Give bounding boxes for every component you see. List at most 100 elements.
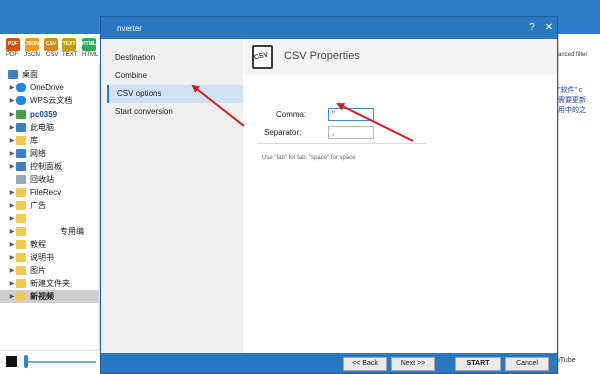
tree-item-label: FileRecv — [30, 188, 62, 197]
nav-item-destination[interactable]: Destination — [107, 49, 243, 67]
csv-converter-dialog: nverter ? ✕ Destination Combine CSV opti… — [100, 16, 558, 374]
next-button[interactable]: Next >> — [391, 357, 435, 371]
tree-item-label: 网络 — [30, 149, 46, 158]
chevron-right-icon[interactable]: ▶ — [8, 97, 16, 104]
chevron-right-icon[interactable]: ▶ — [8, 228, 16, 235]
separator-input[interactable] — [328, 126, 374, 139]
tree-item-tutorials[interactable]: ▶ 教程 — [0, 238, 99, 251]
folder-icon — [16, 279, 26, 288]
comma-label: Comma: — [276, 110, 307, 119]
right-panel — [558, 34, 600, 374]
tree-item-label: 新建文件夹 — [30, 279, 70, 288]
pdf-format-icon[interactable]: PDF — [6, 38, 20, 51]
tree-item-network[interactable]: ▶ 网络 — [0, 147, 99, 160]
chevron-right-icon[interactable]: ▶ — [8, 241, 16, 248]
tree-item-onedrive[interactable]: ▶ OneDrive — [0, 81, 99, 94]
chevron-right-icon[interactable]: ▶ — [8, 293, 16, 300]
json-format-icon[interactable]: JSON — [25, 38, 39, 51]
tree-item-user[interactable]: ▶ pc0359 — [0, 108, 99, 121]
chevron-right-icon[interactable]: ▶ — [8, 189, 16, 196]
chevron-right-icon[interactable]: ▶ — [8, 202, 16, 209]
zoom-slider-track[interactable] — [26, 361, 96, 363]
tree-item-label: 回收站 — [30, 175, 54, 184]
folder-icon — [16, 240, 26, 249]
tree-item-label: pc0359 — [30, 110, 58, 119]
dialog-titlebar: nverter ? ✕ — [101, 17, 557, 39]
divider — [257, 143, 427, 144]
control-panel-icon — [16, 162, 26, 171]
tree-item-label: 教程 — [30, 240, 46, 249]
cloud-icon — [16, 96, 26, 105]
tree-item-recycle-bin[interactable]: 回收站 — [0, 173, 99, 186]
tree-item-label: 图片 — [30, 266, 46, 275]
tree-item-special-edit[interactable]: ▶ 专用编 — [0, 225, 99, 238]
dialog-title: nverter — [117, 24, 142, 33]
tree-item-label: 新视频 — [30, 292, 54, 301]
chevron-right-icon[interactable]: ▶ — [8, 137, 16, 144]
chevron-right-icon[interactable]: ▶ — [8, 163, 16, 170]
chevron-right-icon[interactable]: ▶ — [8, 111, 16, 118]
cloud-icon — [16, 83, 26, 92]
start-button[interactable]: START — [455, 357, 501, 371]
folder-icon — [16, 292, 26, 301]
right-panel-text: "软件" c 需要更新 用中的之 — [558, 86, 586, 116]
right-text-line: "软件" c — [558, 87, 583, 94]
youtube-link[interactable]: uTube — [556, 357, 576, 364]
tree-item-label: OneDrive — [30, 83, 64, 92]
json-format-label: JSON — [24, 52, 41, 58]
tree-item-filerecv[interactable]: ▶ FileRecv — [0, 186, 99, 199]
tree-item-label: 桌面 — [22, 70, 38, 79]
folder-icon — [16, 253, 26, 262]
color-swatch[interactable] — [6, 356, 17, 367]
html-format-icon[interactable]: HTML — [82, 38, 96, 51]
tree-item-new-folder[interactable]: ▶ 新建文件夹 — [0, 277, 99, 290]
back-button[interactable]: << Back — [343, 357, 387, 371]
chevron-right-icon[interactable]: ▶ — [8, 280, 16, 287]
right-text-line: 用中的之 — [558, 107, 586, 114]
tree-item-label: 说明书 — [30, 253, 54, 262]
chevron-right-icon[interactable]: ▶ — [8, 254, 16, 261]
folder-icon — [16, 188, 26, 197]
cancel-button[interactable]: Cancel — [505, 357, 549, 371]
chevron-right-icon[interactable]: ▶ — [8, 215, 16, 222]
tree-item-label: 专用编 — [60, 227, 84, 236]
chevron-right-icon[interactable]: ▶ — [8, 124, 16, 131]
zoom-slider-thumb[interactable] — [24, 355, 28, 368]
tree-item-this-pc[interactable]: ▶ 此电脑 — [0, 121, 99, 134]
close-button[interactable]: ✕ — [542, 21, 556, 35]
tree-item-ads[interactable]: ▶ 广告 — [0, 199, 99, 212]
tree-item-manuals[interactable]: ▶ 说明书 — [0, 251, 99, 264]
chevron-right-icon[interactable]: ▶ — [8, 267, 16, 274]
right-text-line: 需要更新 — [558, 97, 586, 104]
separator-label: Separator: — [264, 128, 302, 137]
panel-title: CSV Properties — [284, 50, 360, 62]
comma-input[interactable] — [328, 108, 374, 121]
user-icon — [16, 110, 26, 119]
tree-item-new-video[interactable]: ▶ 新视频 — [0, 290, 99, 303]
network-icon — [16, 149, 26, 158]
panel-header: CSV CSV Properties — [244, 39, 557, 75]
nav-item-combine[interactable]: Combine — [107, 67, 243, 85]
tree-item-control-panel[interactable]: ▶ 控制面板 — [0, 160, 99, 173]
csv-format-label: CSV — [46, 52, 59, 58]
help-button[interactable]: ? — [525, 21, 539, 35]
tree-item-label: WPS云文档 — [30, 96, 73, 105]
wizard-steps-nav: Destination Combine CSV options Start co… — [101, 39, 243, 357]
tree-item-images[interactable]: ▶ 图片 — [0, 264, 99, 277]
folder-icon — [16, 214, 26, 223]
folder-tree: 桌面 ▶ OneDrive ▶ WPS云文档 ▶ pc0359 ▶ 此电脑 ▶ … — [0, 64, 100, 350]
computer-icon — [16, 123, 26, 132]
tree-item-folder-blurred[interactable]: ▶ — [0, 212, 99, 225]
library-icon — [16, 136, 26, 145]
tree-item-desktop[interactable]: 桌面 — [0, 68, 99, 81]
text-format-icon[interactable]: TEXT — [62, 38, 76, 51]
nav-item-csv-options[interactable]: CSV options — [107, 85, 243, 103]
folder-icon — [16, 227, 26, 236]
chevron-right-icon[interactable]: ▶ — [8, 84, 16, 91]
tree-item-wps-cloud[interactable]: ▶ WPS云文档 — [0, 94, 99, 107]
advanced-filter-link[interactable]: anced filter — [558, 52, 587, 58]
nav-item-start-conversion[interactable]: Start conversion — [107, 103, 243, 121]
chevron-right-icon[interactable]: ▶ — [8, 150, 16, 157]
tree-item-library[interactable]: ▶ 库 — [0, 134, 99, 147]
csv-format-icon[interactable]: CSV — [44, 38, 58, 51]
